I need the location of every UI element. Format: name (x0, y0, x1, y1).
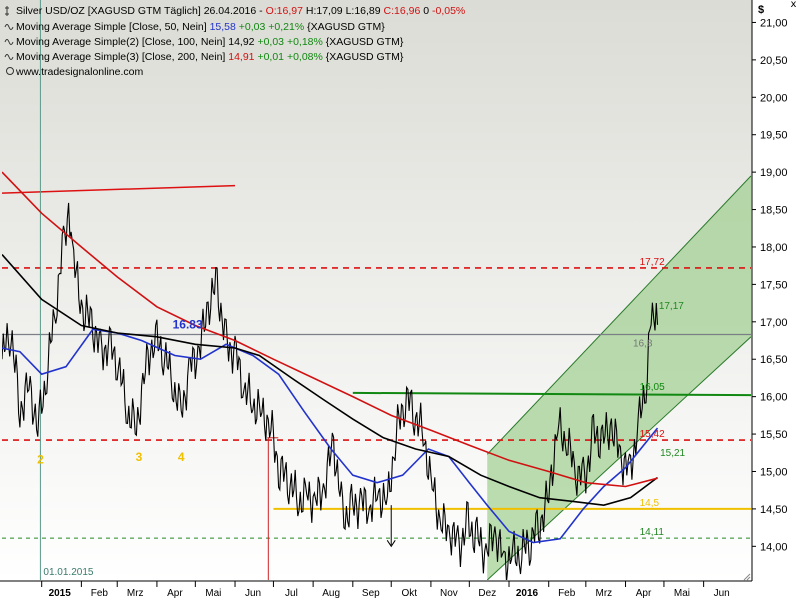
header-part: 26.04.2016 - (204, 5, 266, 17)
annotation-label: 17,17 (659, 301, 684, 312)
study-legend-3: Moving Average Simple(3) [Close, 200, Ne… (16, 51, 404, 63)
y-tick-label: 16,50 (760, 354, 788, 366)
x-tick-label: Mai (205, 588, 221, 599)
price-chart: 17,72 15,42 14,11 14,5 16.83 16,8 16,05 01.01.2… (0, 0, 800, 600)
y-tick-label: 20,00 (760, 92, 788, 104)
hline-label: 14,11 (640, 527, 665, 538)
currency-label: $ (758, 4, 764, 16)
x-tick-label: 2015 (49, 588, 72, 599)
x-tick-label: Nov (440, 588, 458, 599)
header-part: C:16,96 (384, 5, 424, 17)
y-tick-label: 20,50 (760, 55, 788, 67)
wave-label: 4 (178, 450, 185, 464)
header-part: 0 (423, 5, 432, 17)
start-date-label: 01.01.2015 (43, 567, 93, 578)
y-tick-label: 21,00 (760, 17, 788, 29)
study-part: Moving Average Simple [Close, 50, Nein] (16, 21, 210, 33)
x-tick-label: Apr (167, 588, 183, 599)
hline-label: 16,05 (640, 382, 665, 393)
study-part: +0,18% (287, 36, 326, 48)
hline-label: 16.83 (173, 318, 203, 332)
x-tick-label: Aug (322, 588, 340, 599)
header-part: Silver USD/OZ [XAGUSD GTM Täglich] (16, 5, 204, 17)
study-part: {XAGUSD GTM} (326, 51, 404, 63)
study-part: Moving Average Simple(3) [Close, 200, Ne… (16, 51, 228, 63)
hline-label: 14,5 (640, 498, 660, 509)
study-part: 14,91 (228, 51, 257, 63)
study-part: {XAGUSD GTM} (326, 36, 404, 48)
close-icon[interactable]: x (788, 0, 799, 11)
study-part: +0,01 (257, 51, 287, 63)
wave-label: 3 (136, 450, 143, 464)
y-tick-label: 17,00 (760, 317, 788, 329)
header-part: L:16,89 (346, 5, 384, 17)
x-tick-label: Apr (636, 588, 652, 599)
x-tick-label: Mai (674, 588, 690, 599)
x-tick-label: Mrz (127, 588, 144, 599)
x-tick-label: Okt (401, 588, 417, 599)
x-tick-label: 2016 (516, 588, 539, 599)
header-part: -0,05% (432, 5, 465, 17)
study-part: +0,08% (287, 51, 326, 63)
y-tick-label: 18,00 (760, 242, 788, 254)
x-tick-label: Jul (285, 588, 298, 599)
study-part: 15,58 (210, 21, 239, 33)
study-part: +0,21% (268, 21, 307, 33)
y-tick-label: 19,00 (760, 167, 788, 179)
hline-label: 15,42 (640, 429, 665, 440)
chart-area: 17,72 15,42 14,11 14,5 16.83 16,8 16,05 01.01.2… (0, 0, 800, 600)
x-tick-label: Dez (478, 588, 496, 599)
y-tick-label: 15,50 (760, 429, 788, 441)
study-legend-2: Moving Average Simple(2) [Close, 100, Ne… (16, 36, 404, 48)
y-tick-label: 15,00 (760, 466, 788, 478)
annotation-label: 15,21 (660, 448, 685, 459)
study-part: +0,03 (257, 36, 287, 48)
x-tick-label: Feb (558, 588, 576, 599)
x-tick-label: Mrz (595, 588, 612, 599)
study-legend-1: Moving Average Simple [Close, 50, Nein] … (16, 21, 385, 33)
y-tick-label: 14,00 (760, 541, 788, 553)
header-part: O:16,97 (266, 5, 306, 17)
study-part: Moving Average Simple(2) [Close, 100, Ne… (16, 36, 228, 48)
y-tick-label: 17,50 (760, 279, 788, 291)
hline-right-label: 16,8 (633, 339, 653, 350)
x-tick-label: Jun (245, 588, 261, 599)
wave-label: 2 (37, 452, 44, 466)
hline-label: 17,72 (640, 257, 665, 268)
y-tick-label: 16,00 (760, 392, 788, 404)
x-tick-label: Sep (362, 588, 380, 599)
x-tick-label: Feb (91, 588, 109, 599)
study-part: {XAGUSD GTM} (307, 21, 385, 33)
website-label: www.tradesignalonline.com (15, 66, 143, 78)
y-tick-label: 19,50 (760, 130, 788, 142)
y-tick-label: 14,50 (760, 504, 788, 516)
instrument-header: Silver USD/OZ [XAGUSD GTM Täglich] 26.04… (16, 5, 465, 17)
x-tick-label: Jun (714, 588, 730, 599)
y-tick-label: 18,50 (760, 205, 788, 217)
study-part: +0,03 (239, 21, 269, 33)
study-part: 14,92 (228, 36, 257, 48)
header-part: H:17,09 (306, 5, 346, 17)
